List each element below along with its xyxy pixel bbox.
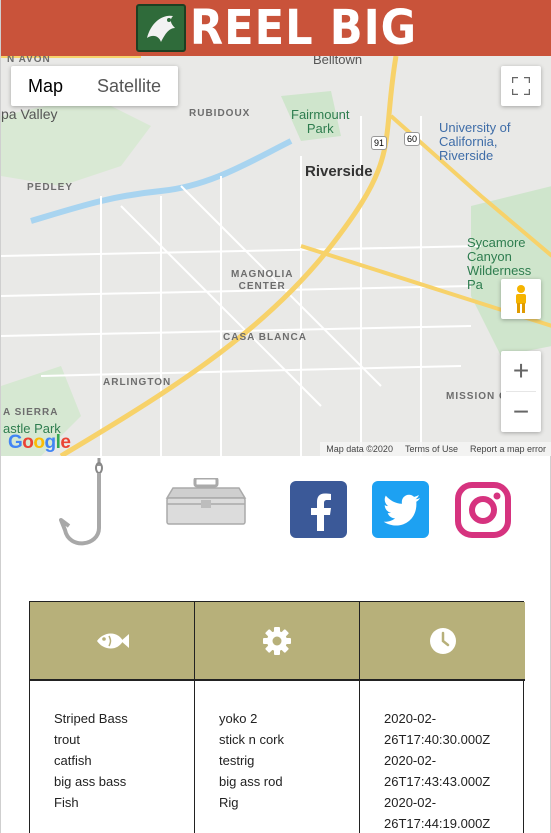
map-label-magnolia: MAGNOLIA CENTER xyxy=(231,269,294,292)
app-header: REEL BIG xyxy=(1,0,551,56)
table-cell: big ass rod xyxy=(219,774,283,789)
table-cell: 2020-02- xyxy=(384,753,437,768)
map-type-map-button[interactable]: Map xyxy=(11,66,80,106)
route-60-shield: 60 xyxy=(404,132,420,146)
facebook-icon[interactable] xyxy=(290,481,347,538)
table-cell: Rig xyxy=(219,795,239,810)
map-label-la-sierra: A SIERRA xyxy=(3,407,59,418)
time-column-header xyxy=(360,602,525,681)
table-cell: 26T17:40:30.000Z xyxy=(384,732,491,747)
table-cell: yoko 2 xyxy=(219,711,258,726)
map-label-arlington: ARLINGTON xyxy=(103,377,172,388)
map-label-casa-blanca: CASA BLANCA xyxy=(223,332,307,343)
map-label-pedley: PEDLEY xyxy=(27,182,74,193)
terms-link[interactable]: Terms of Use xyxy=(405,444,458,454)
instagram-icon[interactable] xyxy=(455,481,511,538)
species-list: Striped Bass trout catfish big ass bass Fish xyxy=(30,681,194,813)
catch-log-table: Striped Bass trout catfish big ass bass Fish xyxy=(29,601,525,833)
time-column: 2020-02- 26T17:40:30.000Z 2020-02- 26T17:43… xyxy=(360,602,525,833)
map-label-pa-valley: pa Valley xyxy=(1,106,58,122)
map-label-rubidoux: RUBIDOUX xyxy=(189,108,251,119)
fishing-hook-icon[interactable] xyxy=(59,458,111,552)
rig-column-header xyxy=(195,602,359,681)
time-list: 2020-02- 26T17:40:30.000Z 2020-02- 26T17:43… xyxy=(360,681,525,833)
app-root: REEL BIG N AVON Belltown pa Valley RUBID… xyxy=(0,0,551,833)
google-logo[interactable]: Google xyxy=(8,432,71,454)
tackle-box-icon[interactable] xyxy=(165,478,247,526)
species-column: Striped Bass trout catfish big ass bass Fish xyxy=(30,602,195,833)
zoom-control: + − xyxy=(501,351,541,432)
table-cell: 26T17:43:43.000Z xyxy=(384,774,491,789)
table-cell: 26T17:44:19.000Z xyxy=(384,816,491,831)
table-cell: Striped Bass xyxy=(54,711,128,726)
map-label-belltown: Belltown xyxy=(313,56,363,67)
table-cell: stick n cork xyxy=(219,732,285,747)
table-cell: catfish xyxy=(54,753,92,768)
fish-logo-icon xyxy=(135,4,186,52)
table-cell: big ass bass xyxy=(54,774,127,789)
map-label-mission: MISSION G xyxy=(446,391,508,402)
table-cell: 2020-02- xyxy=(384,711,437,726)
map-data-credit: Map data ©2020 xyxy=(326,444,393,454)
clock-icon xyxy=(429,627,456,654)
pegman-icon xyxy=(516,285,526,313)
map-type-control: Map Satellite xyxy=(11,66,179,106)
rig-column: yoko 2 stick n cork testrig big ass rod Rig xyxy=(195,602,360,833)
zoom-out-button[interactable]: − xyxy=(501,392,541,432)
map-label-riverside: Riverside xyxy=(305,163,373,180)
table-cell: testrig xyxy=(219,753,255,768)
species-column-header xyxy=(30,602,194,681)
route-91-shield: 91 xyxy=(371,136,387,150)
map-attribution: Map data ©2020 Terms of Use Report a map… xyxy=(320,442,551,456)
rig-list: yoko 2 stick n cork testrig big ass rod Rig xyxy=(195,681,359,813)
map-label-university: University of California, Riverside xyxy=(439,120,511,163)
fullscreen-icon xyxy=(512,77,530,95)
map-type-satellite-button[interactable]: Satellite xyxy=(80,66,178,106)
table-cell: 2020-02- xyxy=(384,795,437,810)
zoom-in-button[interactable]: + xyxy=(501,351,541,391)
app-title: REEL BIG xyxy=(189,0,418,56)
twitter-icon[interactable] xyxy=(372,481,429,538)
table-cell: trout xyxy=(54,732,81,747)
fish-icon xyxy=(97,632,129,649)
map-label-avon: N AVON xyxy=(7,56,51,65)
gear-icon xyxy=(263,626,291,655)
nav-icons-row xyxy=(1,456,551,576)
report-error-link[interactable]: Report a map error xyxy=(470,444,546,454)
fullscreen-button[interactable] xyxy=(501,66,541,106)
table-cell: Fish xyxy=(54,795,79,810)
map-label-fairmount-park: Fairmount Park xyxy=(291,107,350,136)
map-view[interactable]: N AVON Belltown pa Valley RUBIDOUX Fairm… xyxy=(1,56,551,456)
street-view-button[interactable] xyxy=(501,279,541,319)
